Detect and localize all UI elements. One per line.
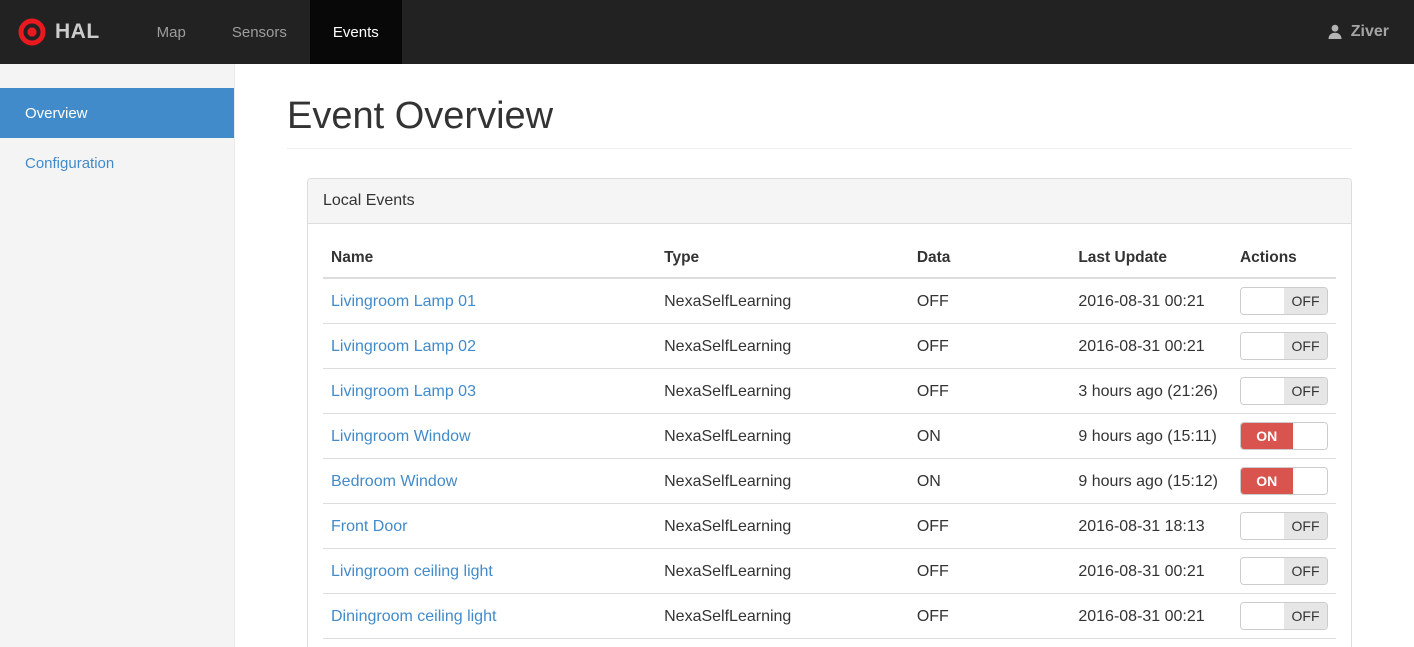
event-data: OFF [908,278,1071,324]
column-header-type: Type [656,239,909,279]
event-name-link[interactable]: Livingroom Lamp 01 [331,293,476,310]
event-data: OFF [908,593,1071,639]
table-row: Diningroom ceiling light NexaSelfLearnin… [323,593,1336,639]
event-last-update: 3 hours ago (21:26) [1070,368,1232,414]
switch-state-label: OFF [1284,378,1327,404]
event-data: OFF [908,323,1071,369]
switch-state-label: OFF [1284,558,1327,584]
table-row: Livingroom Lamp 01 NexaSelfLearning OFF … [323,278,1336,324]
nav-tab-events[interactable]: Events [309,0,402,64]
event-name-link[interactable]: Livingroom Lamp 02 [331,338,476,355]
event-last-update: 2016-08-31 00:21 [1070,548,1232,594]
toggle-switch[interactable]: OFF [1240,557,1328,585]
column-header-actions: Actions [1231,239,1336,279]
event-type: NexaSelfLearning [656,323,909,369]
user-menu[interactable]: Ziver [1301,0,1414,64]
toggle-switch[interactable]: OFF [1240,377,1328,405]
table-row: Livingroom Lamp 02 NexaSelfLearning OFF … [323,323,1336,369]
column-header-data: Data [908,239,1071,279]
event-last-update: 9 hours ago (15:11) [1070,413,1232,459]
toggle-switch[interactable]: OFF [1240,287,1328,315]
page-title-divider [287,148,1352,149]
switch-handle [1241,603,1284,629]
toggle-switch[interactable]: OFF [1240,512,1328,540]
event-name-link[interactable]: Livingroom ceiling light [331,563,493,580]
event-data: OFF [908,548,1071,594]
event-type: NexaSelfLearning [656,458,909,504]
navbar-menu: Map Sensors Events [134,0,402,64]
switch-handle [1292,423,1327,449]
switch-handle [1241,513,1284,539]
switch-handle [1241,558,1284,584]
panel-body: Name Type Data Last Update Actions Livin… [308,224,1351,647]
switch-handle [1241,288,1284,314]
toggle-switch[interactable]: ON [1240,422,1328,450]
event-last-update: 2016-08-31 00:21 [1070,323,1232,369]
brand-label: HAL [55,20,100,43]
nav-tab-map[interactable]: Map [134,0,209,64]
event-type: NexaSelfLearning [656,548,909,594]
event-data: OFF [908,638,1071,647]
toggle-switch[interactable]: OFF [1240,602,1328,630]
table-row: Livingroom Window NexaSelfLearning ON 9 … [323,413,1336,459]
event-data: ON [908,458,1071,504]
switch-state-label: OFF [1284,603,1327,629]
sidebar-item-configuration[interactable]: Configuration [0,138,234,188]
person-icon [1326,23,1344,41]
toggle-switch[interactable]: OFF [1240,332,1328,360]
event-name-link[interactable]: Bedroom Window [331,473,457,490]
bullseye-icon [18,18,46,46]
event-data: ON [908,413,1071,459]
table-row: Front Door NexaSelfLearning OFF 2016-08-… [323,503,1336,549]
event-last-update: 2016-08-31 18:13 [1070,503,1232,549]
switch-handle [1241,378,1284,404]
event-type: NexaSelfLearning [656,503,909,549]
sidebar: Overview Configuration [0,64,235,647]
top-navbar: HAL Map Sensors Events Ziver [0,0,1414,64]
event-last-update: 2016-08-31 00:21 [1070,593,1232,639]
switch-handle [1241,333,1284,359]
table-row: Kitchen ceiling light NexaSelfLearning O… [323,638,1336,647]
event-type: NexaSelfLearning [656,638,909,647]
table-header-row: Name Type Data Last Update Actions [323,239,1336,279]
panel-title: Local Events [308,179,1351,224]
event-type: NexaSelfLearning [656,368,909,414]
event-name-link[interactable]: Livingroom Lamp 03 [331,383,476,400]
event-type: NexaSelfLearning [656,413,909,459]
events-table: Name Type Data Last Update Actions Livin… [323,239,1336,647]
event-last-update: 2016-08-31 00:21 [1070,638,1232,647]
table-row: Bedroom Window NexaSelfLearning ON 9 hou… [323,458,1336,504]
switch-state-label: OFF [1284,513,1327,539]
event-data: OFF [908,368,1071,414]
nav-tab-sensors[interactable]: Sensors [209,0,310,64]
sidebar-item-overview[interactable]: Overview [0,88,234,138]
event-type: NexaSelfLearning [656,593,909,639]
switch-state-label: ON [1241,423,1293,449]
user-name: Ziver [1350,23,1389,40]
toggle-switch[interactable]: ON [1240,467,1328,495]
switch-state-label: OFF [1284,333,1327,359]
event-last-update: 9 hours ago (15:12) [1070,458,1232,504]
table-row: Livingroom Lamp 03 NexaSelfLearning OFF … [323,368,1336,414]
local-events-panel: Local Events Name Type Data Last Update … [307,178,1352,647]
event-last-update: 2016-08-31 00:21 [1070,278,1232,324]
main-content: Event Overview Local Events Name Type Da… [235,64,1414,647]
event-type: NexaSelfLearning [656,278,909,324]
switch-state-label: OFF [1284,288,1327,314]
page-title: Event Overview [287,95,554,137]
event-name-link[interactable]: Front Door [331,518,407,535]
event-data: OFF [908,503,1071,549]
event-name-link[interactable]: Livingroom Window [331,428,471,445]
switch-handle [1292,468,1327,494]
brand[interactable]: HAL [0,0,116,64]
switch-state-label: ON [1241,468,1293,494]
event-name-link[interactable]: Diningroom ceiling light [331,608,496,625]
table-row: Livingroom ceiling light NexaSelfLearnin… [323,548,1336,594]
column-header-name: Name [323,239,657,279]
column-header-last-update: Last Update [1070,239,1232,279]
